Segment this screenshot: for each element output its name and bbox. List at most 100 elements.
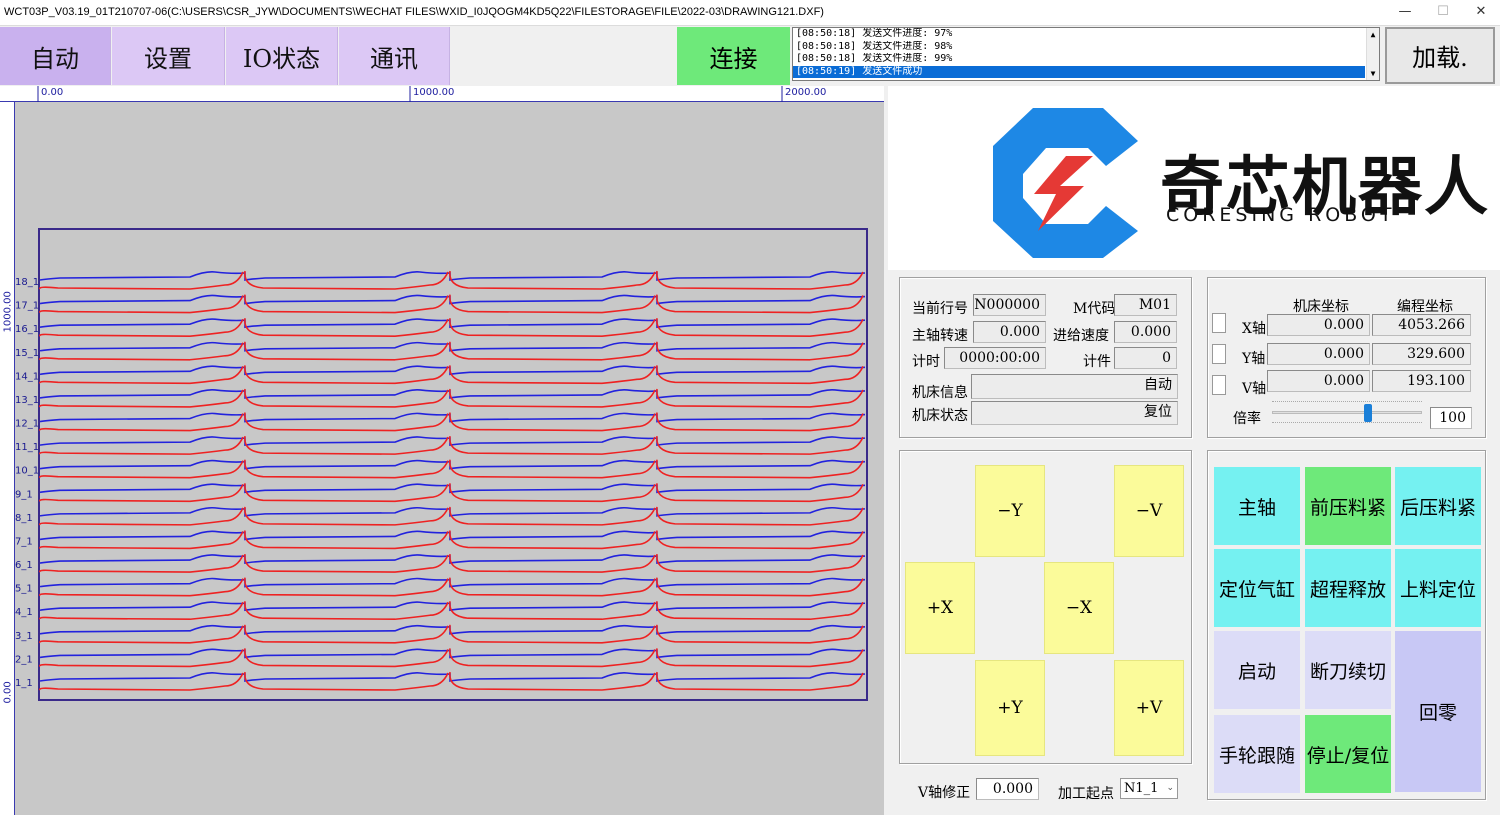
jog-minus-x-button[interactable]: −X: [1044, 562, 1114, 654]
current-line-value: N000000: [973, 294, 1046, 316]
log-line: [08:50:18] 发送文件进度: 97%: [796, 28, 953, 39]
v-axis-checkbox[interactable]: [1212, 375, 1226, 395]
row-label: 17_1: [15, 301, 39, 312]
toolpath-red: [39, 388, 864, 408]
window-title: WCT03P_V03.19_01T210707-06(C:\USERS\CSR_…: [4, 6, 824, 18]
rear-clamp-button[interactable]: 后压料紧: [1395, 467, 1481, 545]
row-label: 4_1: [15, 607, 33, 618]
ruler-label: 1000.00: [2, 291, 14, 333]
v-correction-input[interactable]: 0.000: [976, 778, 1039, 800]
log-line: [08:50:18] 发送文件进度: 99%: [796, 53, 953, 64]
v-machine-value: 0.000: [1267, 370, 1370, 392]
toolpath-blue: [39, 577, 866, 588]
toolpath-blue: [39, 318, 866, 329]
y-axis-checkbox[interactable]: [1212, 344, 1226, 364]
scroll-down-icon[interactable]: ▼: [1367, 67, 1379, 80]
row-label: 3_1: [15, 631, 33, 642]
toolpath-red: [39, 553, 864, 573]
tab-auto[interactable]: 自动: [0, 27, 111, 85]
close-button[interactable]: ✕: [1462, 0, 1500, 26]
drawing-canvas[interactable]: 1_1 2_1 3_1 4_1 5_1 6_1 7_1 8_1 9_1 10_1 11_1 12_1 1…: [0, 86, 884, 815]
program-coords-header: 编程坐标: [1397, 299, 1453, 315]
minimize-button[interactable]: —: [1386, 0, 1424, 26]
toolpath-red: [39, 506, 864, 526]
chevron-down-icon[interactable]: ⌄: [1166, 779, 1174, 798]
x-axis-label: X轴: [1242, 321, 1266, 337]
toolpath-blue: [39, 672, 866, 682]
jog-minus-y-button[interactable]: −Y: [975, 465, 1045, 557]
toolpath-red: [39, 341, 864, 361]
jog-plus-v-button[interactable]: +V: [1114, 660, 1184, 756]
timer-label: 计时: [912, 354, 940, 370]
start-point-label: 加工起点: [1058, 786, 1114, 802]
rate-slider[interactable]: [1272, 400, 1422, 426]
rate-slider-thumb[interactable]: [1364, 404, 1372, 422]
toolpath-blue: [39, 341, 866, 352]
row-label: 9_1: [15, 489, 33, 500]
toolpath-blue: [39, 648, 866, 659]
spindle-button[interactable]: 主轴: [1214, 467, 1300, 545]
x-program-value: 4053.266: [1372, 314, 1471, 336]
m-code-value: M01: [1114, 294, 1177, 316]
start-point-select[interactable]: N1_1 ⌄: [1120, 778, 1178, 799]
count-value: 0: [1114, 347, 1177, 369]
break-resume-button[interactable]: 断刀续切: [1305, 631, 1391, 709]
title-bar: WCT03P_V03.19_01T210707-06(C:\USERS\CSR_…: [0, 0, 1500, 26]
toolpath-drawing: 1_1 2_1 3_1 4_1 5_1 6_1 7_1 8_1 9_1 10_1 11_1 12_1 1…: [15, 228, 868, 701]
machine-state-value: 复位: [971, 401, 1178, 425]
toolpath-blue: [39, 624, 866, 635]
toolpath-red: [39, 270, 864, 290]
scroll-up-icon[interactable]: ▲: [1367, 28, 1379, 41]
tab-settings[interactable]: 设置: [112, 27, 225, 85]
start-point-value: N1_1: [1124, 781, 1159, 796]
connect-button[interactable]: 连接: [677, 27, 790, 85]
count-label: 计件: [1083, 354, 1111, 370]
drawing-frame: [38, 228, 868, 701]
row-label: 5_1: [15, 584, 33, 595]
x-machine-value: 0.000: [1267, 314, 1370, 336]
tab-io-status[interactable]: IO状态: [226, 27, 338, 85]
y-machine-value: 0.000: [1267, 343, 1370, 365]
maximize-button[interactable]: ☐: [1424, 0, 1462, 26]
toolpath-red: [39, 671, 864, 691]
v-axis-label: V轴: [1242, 381, 1267, 397]
spindle-speed-label: 主轴转速: [912, 328, 968, 344]
row-label: 2_1: [15, 654, 33, 665]
log-listbox[interactable]: [08:50:18] 发送文件进度: 97% [08:50:18] 发送文件进度…: [792, 27, 1380, 81]
log-scrollbar[interactable]: ▲ ▼: [1366, 28, 1379, 80]
toolpath-red: [39, 624, 864, 644]
home-button[interactable]: 回零: [1395, 631, 1481, 792]
load-button[interactable]: 加载.: [1385, 27, 1495, 84]
row-label: 15_1: [15, 348, 39, 359]
rate-value[interactable]: 100: [1430, 407, 1472, 429]
x-axis-checkbox[interactable]: [1212, 313, 1226, 333]
log-line: [08:50:18] 发送文件进度: 98%: [796, 40, 953, 52]
start-button[interactable]: 启动: [1214, 631, 1300, 709]
logo-en-text: CORESING ROBOT: [1166, 204, 1396, 226]
toolpath-blue: [39, 483, 866, 494]
overtravel-release-button[interactable]: 超程释放: [1305, 549, 1391, 627]
tab-comm[interactable]: 通讯: [339, 27, 450, 85]
machine-info-label: 机床信息: [912, 385, 968, 401]
row-label: 13_1: [15, 395, 39, 406]
feed-locate-button[interactable]: 上料定位: [1395, 549, 1481, 627]
timer-value: 0000:00:00: [944, 347, 1046, 369]
toolpath-blue: [39, 294, 866, 305]
handwheel-follow-button[interactable]: 手轮跟随: [1214, 715, 1300, 793]
toolpath-blue: [39, 271, 866, 281]
jog-plus-y-button[interactable]: +Y: [975, 660, 1045, 756]
toolpath-red: [39, 459, 864, 479]
jog-minus-v-button[interactable]: −V: [1114, 465, 1184, 557]
front-clamp-button[interactable]: 前压料紧: [1305, 467, 1391, 545]
row-label: 8_1: [15, 513, 33, 524]
locate-cylinder-button[interactable]: 定位气缸: [1214, 549, 1300, 627]
log-line-selected[interactable]: [08:50:19] 发送文件成功: [793, 65, 1365, 78]
toolpath-red: [39, 648, 864, 668]
row-label: 1_1: [15, 678, 33, 689]
v-correction-label: V轴修正: [918, 785, 971, 801]
toolpath-blue: [39, 365, 866, 376]
toolpath-blue: [39, 412, 866, 423]
jog-plus-x-button[interactable]: +X: [905, 562, 975, 654]
row-label: 14_1: [15, 371, 39, 382]
stop-reset-button[interactable]: 停止/复位: [1305, 715, 1391, 793]
